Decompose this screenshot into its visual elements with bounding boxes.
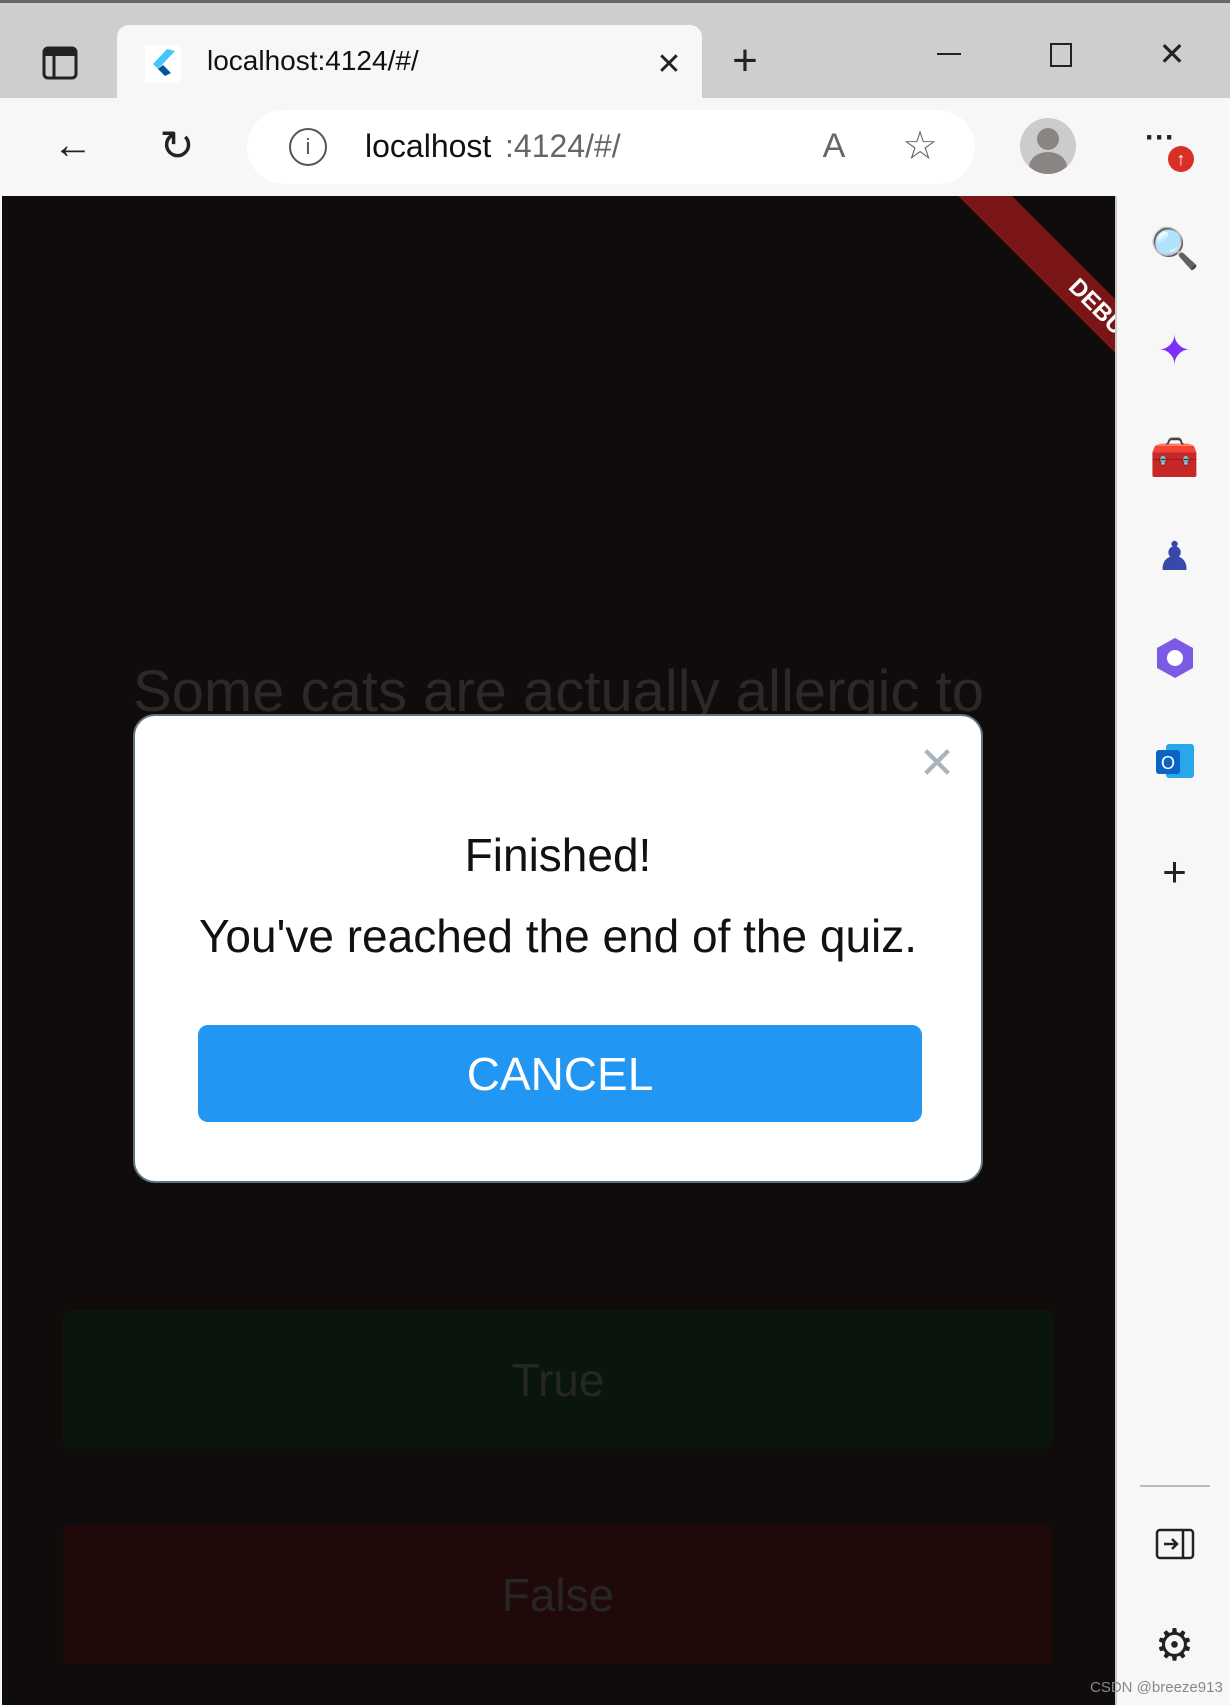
flutter-favicon (145, 45, 181, 83)
update-badge-icon: ↑ (1168, 146, 1194, 172)
address-bar[interactable]: i localhost :4124/#/ A ☆ (247, 110, 975, 184)
read-aloud-icon[interactable]: A (812, 126, 856, 166)
outlook-icon[interactable]: O (1117, 731, 1230, 791)
hide-sidebar-icon[interactable] (1117, 1514, 1230, 1574)
url-host: localhost (365, 128, 492, 164)
svg-text:O: O (1160, 753, 1174, 773)
close-tab-icon[interactable]: ✕ (652, 47, 686, 81)
copilot-icon[interactable]: ✦ (1117, 321, 1230, 381)
minimize-icon[interactable] (937, 53, 961, 55)
add-favorite-icon[interactable]: ☆ (897, 124, 943, 168)
true-button[interactable]: True (63, 1310, 1053, 1449)
settings-icon[interactable]: ⚙ (1117, 1615, 1230, 1675)
new-tab-icon[interactable]: + (725, 36, 765, 85)
url-path: :4124/#/ (505, 128, 621, 164)
cancel-button[interactable]: CANCEL (198, 1025, 922, 1122)
finished-dialog: ✕ Finished! You've reached the end of th… (133, 714, 983, 1183)
tab-title: localhost:4124/#/ (207, 45, 419, 76)
tab-actions-icon[interactable] (40, 43, 80, 83)
watermark: CSDN @breeze913 (1090, 1679, 1223, 1696)
sidebar-divider (1140, 1485, 1210, 1487)
maximize-icon[interactable] (1050, 43, 1072, 67)
close-icon[interactable]: ✕ (915, 739, 959, 788)
office-icon[interactable] (1117, 628, 1230, 688)
edge-sidebar: 🔍 ✦ 🧰 ♟ O + ⚙ CSDN @breeze913 (1090, 196, 1230, 1705)
tools-icon[interactable]: 🧰 (1117, 427, 1230, 487)
search-icon[interactable]: 🔍 (1117, 218, 1230, 278)
add-icon[interactable]: + (1117, 842, 1230, 902)
profile-avatar[interactable] (1020, 118, 1076, 174)
false-button[interactable]: False (63, 1525, 1053, 1664)
debug-banner: DEBUG (955, 196, 1115, 377)
close-window-icon[interactable]: ✕ (1155, 35, 1189, 73)
back-icon[interactable]: ← (48, 120, 98, 170)
games-icon[interactable]: ♟ (1117, 527, 1230, 587)
info-icon[interactable]: i (289, 128, 327, 166)
dialog-message: You've reached the end of the quiz. (198, 910, 918, 962)
toolbar: ← ↻ i localhost :4124/#/ A ☆ ··· ↑ (0, 98, 1230, 196)
dialog-title: Finished! (464, 829, 652, 881)
refresh-icon[interactable]: ↻ (152, 120, 202, 170)
browser-tab[interactable]: localhost:4124/#/ ✕ (117, 25, 702, 103)
tab-bar: localhost:4124/#/ ✕ + ✕ (0, 0, 1230, 103)
